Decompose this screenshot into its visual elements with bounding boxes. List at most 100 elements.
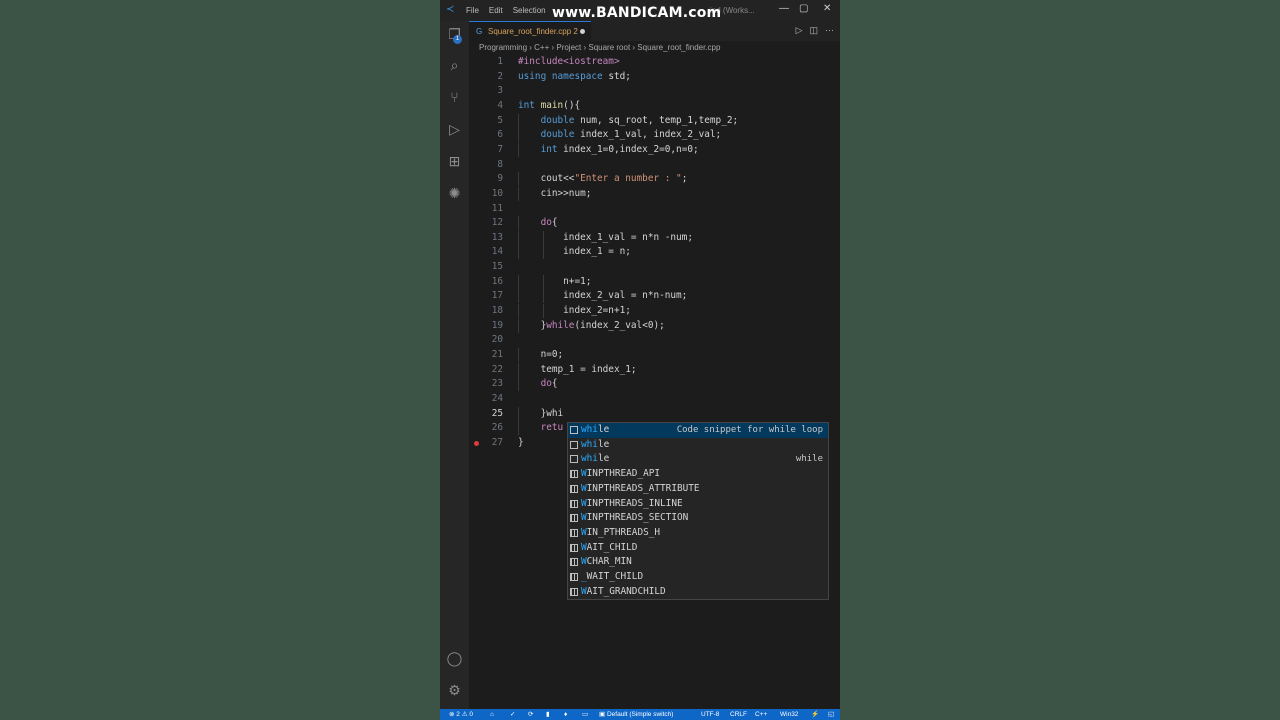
home-icon[interactable]: ⌂ <box>490 709 494 720</box>
bug-icon[interactable]: ✺ <box>446 185 463 202</box>
maximize-button[interactable]: ▢ <box>799 3 808 14</box>
breadcrumb[interactable]: Programming › C++ › Project › Square roo… <box>479 43 720 52</box>
suggestion-item[interactable]: _WAIT_CHILD <box>568 570 828 585</box>
code-line[interactable]: 1 #include<iostream> <box>469 55 840 69</box>
code-line[interactable]: 19 }while(index_2_val<0); <box>469 318 840 333</box>
code-line[interactable]: 15 <box>469 260 840 274</box>
code-line[interactable]: 12 do{ <box>469 216 840 231</box>
suggestion-item[interactable]: WINPTHREAD_API <box>568 467 828 482</box>
code-line[interactable]: 13 index_1_val = n*n -num; <box>469 230 840 245</box>
suggestion-label: WAIT_GRANDCHILD <box>581 585 666 597</box>
encoding-indicator[interactable]: UTF-8 <box>701 709 719 720</box>
source-control-icon[interactable]: ⑂ <box>446 89 463 106</box>
code-line[interactable]: 17 index_2_val = n*n-num; <box>469 289 840 304</box>
suggestion-item[interactable]: WINPTHREADS_SECTION <box>568 511 828 526</box>
code-line[interactable]: 7 int index_1=0,index_2=0,n=0; <box>469 142 840 157</box>
suggestion-label: _WAIT_CHILD <box>581 571 644 582</box>
line-number: 22 <box>491 363 503 375</box>
settings-gear-icon[interactable]: ⚙ <box>446 682 463 699</box>
eol-indicator[interactable]: CRLF <box>730 709 747 720</box>
build-icon[interactable]: ✓ <box>510 709 515 720</box>
bell-icon[interactable]: ♦ <box>564 709 567 720</box>
code-line[interactable]: 3 <box>469 84 840 98</box>
code-line[interactable]: 10 cin>>num; <box>469 186 840 201</box>
line-number: 19 <box>491 319 503 331</box>
extensions-icon[interactable]: ⊞ <box>446 153 463 170</box>
suggestion-item[interactable]: WIN_PTHREADS_H <box>568 526 828 541</box>
configuration-selector[interactable]: ▣ Default (Simple switch) <box>599 709 673 720</box>
code-text: int index_1=0,index_2=0,n=0; <box>540 143 699 155</box>
code-line[interactable]: 25 }whi <box>469 406 840 421</box>
code-line[interactable]: 24 <box>469 392 840 406</box>
run-icon[interactable]: ▷ <box>796 25 803 36</box>
debug-icon[interactable]: ⟳ <box>528 709 533 720</box>
code-line[interactable]: 16 n+=1; <box>469 274 840 289</box>
minimize-button[interactable]: — <box>779 3 789 14</box>
code-line[interactable]: 20 <box>469 333 840 347</box>
code-line[interactable]: 14 index_1 = n; <box>469 245 840 260</box>
platform-indicator[interactable]: Win32 <box>780 709 798 720</box>
line-number: 5 <box>497 114 503 126</box>
suggestion-item[interactable]: WAIT_CHILD <box>568 541 828 556</box>
menu-edit[interactable]: Edit <box>489 6 503 15</box>
suggestion-label: WIN_PTHREADS_H <box>581 526 661 538</box>
line-number: 21 <box>491 349 503 360</box>
macro-icon <box>570 528 578 537</box>
suggestion-label: while <box>581 438 610 450</box>
tab-square-root-finder[interactable]: G Square_root_finder.cpp 2 <box>469 21 591 41</box>
suggestion-item[interactable]: while while <box>568 452 828 467</box>
account-icon[interactable]: ◯ <box>446 650 463 667</box>
delete-icon[interactable]: ▮ <box>546 709 550 720</box>
suggestion-item[interactable]: WINPTHREADS_INLINE <box>568 497 828 512</box>
line-number: 3 <box>497 85 503 97</box>
close-button[interactable]: ✕ <box>823 3 831 14</box>
menu-file[interactable]: File <box>466 6 479 15</box>
suggestion-item[interactable]: while Code snippet for while loop <box>568 423 828 438</box>
line-number: 10 <box>491 187 503 199</box>
feedback-icon[interactable]: ⚡ <box>811 709 819 720</box>
keyword-icon <box>570 455 578 464</box>
menu-selection[interactable]: Selection <box>513 6 546 15</box>
code-text: double num, sq_root, temp_1,temp_2; <box>540 114 739 126</box>
code-line[interactable]: 11 <box>469 202 840 216</box>
split-editor-icon[interactable]: ◫ <box>809 25 818 36</box>
left-backdrop <box>0 0 440 720</box>
code-line[interactable]: 22 temp_1 = index_1; <box>469 362 840 377</box>
unsaved-dot-icon[interactable] <box>580 29 585 34</box>
language-indicator[interactable]: C++ <box>755 709 767 720</box>
suggestion-item[interactable]: while <box>568 438 828 453</box>
code-line[interactable]: 2 using namespace std; <box>469 70 840 84</box>
code-text: do{ <box>540 217 558 229</box>
suggestion-label: WINPTHREADS_INLINE <box>581 497 683 509</box>
code-text: n+=1; <box>518 275 592 287</box>
terminal-icon[interactable]: ▭ <box>582 709 588 720</box>
line-number: 26 <box>491 422 503 434</box>
run-debug-icon[interactable]: ▷ <box>446 121 463 138</box>
code-line[interactable]: 8 <box>469 158 840 172</box>
title-bar: ≺ File Edit Selection ind (Works... — ▢ … <box>440 0 840 21</box>
code-line[interactable]: 18 index_2=n+1; <box>469 304 840 319</box>
code-line[interactable]: 23 do{ <box>469 377 840 392</box>
code-line[interactable]: 6 double index_1_val, index_2_val; <box>469 128 840 143</box>
line-number: 2 <box>497 70 503 82</box>
suggestion-item[interactable]: WCHAR_MIN <box>568 555 828 570</box>
code-line[interactable]: 21 n=0; <box>469 348 840 362</box>
code-text: using namespace std; <box>518 70 631 82</box>
editor-actions: ▷ ◫ ··· <box>796 25 834 36</box>
line-number: 24 <box>491 392 503 404</box>
suggestion-widget[interactable]: while Code snippet for while loop while whi… <box>567 422 829 600</box>
suggestion-label: WINPTHREADS_ATTRIBUTE <box>581 482 700 494</box>
problems-indicator[interactable]: ⊗ 2 ⚠ 0 <box>449 709 473 720</box>
suggestion-item[interactable]: WAIT_GRANDCHILD <box>568 585 828 600</box>
code-text: index_2=n+1; <box>518 305 631 317</box>
suggestion-item[interactable]: WINPTHREADS_ATTRIBUTE <box>568 482 828 497</box>
more-actions-icon[interactable]: ··· <box>825 25 834 36</box>
code-line[interactable]: 9 cout<<"Enter a number : "; <box>469 172 840 187</box>
search-icon[interactable]: ⌕ <box>446 57 463 74</box>
code-line[interactable]: 4 int main(){ <box>469 99 840 113</box>
macro-icon <box>570 484 578 493</box>
line-number: 8 <box>497 158 503 170</box>
line-number: 4 <box>497 99 503 111</box>
code-line[interactable]: 5 double num, sq_root, temp_1,temp_2; <box>469 113 840 128</box>
notifications-icon[interactable]: ◱ <box>828 709 834 720</box>
